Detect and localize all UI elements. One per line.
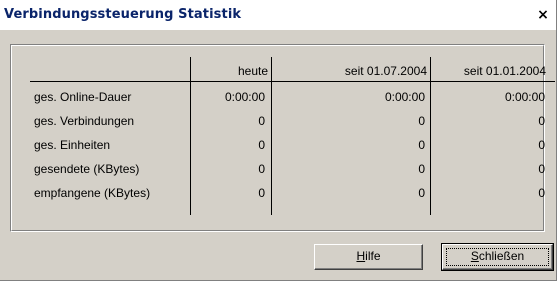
close-icon[interactable]: × — [536, 8, 550, 22]
column-header-today: heute — [237, 64, 268, 78]
window-title: Verbindungssteuerung Statistik — [4, 7, 242, 22]
help-button[interactable]: Hilfe — [314, 244, 423, 270]
help-button-label: ilfe — [365, 249, 381, 263]
table-cell: 0:00:00 — [384, 90, 425, 104]
table-cell: 0 — [418, 186, 425, 200]
table-cell: 0 — [258, 186, 265, 200]
table-cell: 0 — [418, 138, 425, 152]
table-cell: 0 — [538, 114, 545, 128]
column-header-since-july: seit 01.07.2004 — [344, 64, 427, 78]
row-label-online-duration: ges. Online-Dauer — [34, 90, 132, 104]
table-cell: 0:00:00 — [504, 90, 545, 104]
statistics-dialog: Verbindungssteuerung Statistik × heute s… — [0, 0, 557, 281]
focus-rectangle — [446, 248, 549, 266]
row-label-received-kbytes: empfangene (KBytes) — [34, 186, 151, 200]
table-cell: 0 — [258, 162, 265, 176]
close-button[interactable]: Schließen — [441, 243, 554, 271]
table-cell: 0 — [418, 114, 425, 128]
column-header-since-january: seit 01.01.2004 — [463, 64, 546, 78]
row-label-sent-kbytes: gesendete (KBytes) — [34, 162, 140, 176]
table-cell: 0 — [258, 114, 265, 128]
table-cell: 0 — [538, 138, 545, 152]
table-cell: 0:00:00 — [224, 90, 265, 104]
row-label-units: ges. Einheiten — [34, 138, 111, 152]
title-bar[interactable]: Verbindungssteuerung Statistik × — [0, 0, 556, 30]
row-label-connections: ges. Verbindungen — [34, 114, 135, 128]
help-button-mnemonic: H — [356, 249, 366, 263]
table-cell: 0 — [258, 138, 265, 152]
table-cell: 0 — [538, 162, 545, 176]
table-cell: 0 — [418, 162, 425, 176]
table-cell: 0 — [538, 186, 545, 200]
